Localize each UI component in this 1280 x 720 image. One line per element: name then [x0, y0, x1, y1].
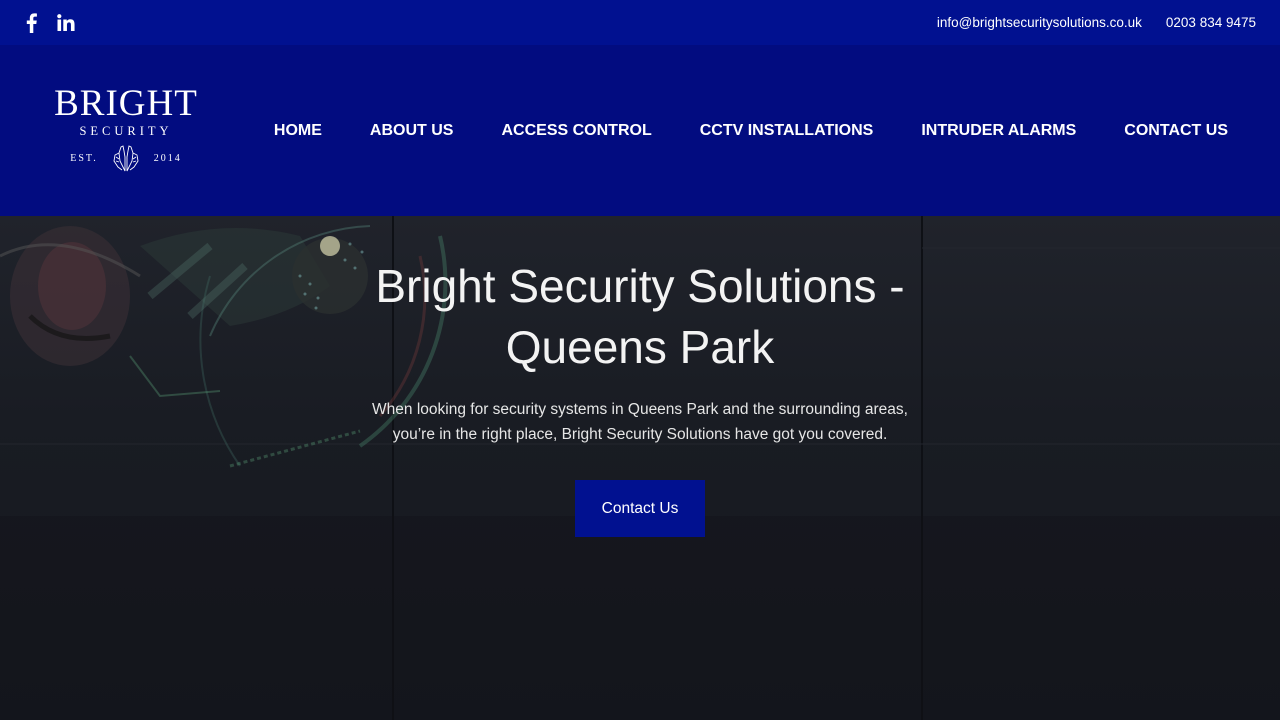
logo-wordmark: BRIGHT	[54, 83, 198, 124]
hero-section: Bright Security Solutions - Queens Park …	[0, 216, 1280, 720]
nav-item-contact-us[interactable]: CONTACT US	[1100, 122, 1252, 140]
contact-info: info@brightsecuritysolutions.co.uk 0203 …	[937, 15, 1256, 30]
nav-item-home[interactable]: HOME	[250, 122, 346, 140]
logo-est-year: 2014	[153, 152, 182, 164]
nav-item-about-us[interactable]: ABOUT US	[346, 122, 478, 140]
nav-item-access-control[interactable]: ACCESS CONTROL	[477, 122, 675, 140]
hero-content: Bright Security Solutions - Queens Park …	[0, 216, 1280, 720]
hero-title: Bright Security Solutions - Queens Park	[340, 256, 940, 378]
logo-subtitle: SECURITY	[79, 124, 173, 138]
hero-description-line2: you’re in the right place, Bright Securi…	[392, 426, 888, 443]
nav-item-intruder-alarms[interactable]: INTRUDER ALARMS	[897, 122, 1100, 140]
hero-title-line1: Bright Security Solutions -	[375, 260, 905, 312]
contact-us-button[interactable]: Contact Us	[575, 480, 705, 537]
top-bar: info@brightsecuritysolutions.co.uk 0203 …	[0, 0, 1280, 45]
main-nav: HOME ABOUT US ACCESS CONTROL CCTV INSTAL…	[250, 45, 1252, 216]
logo-established: EST. 2014	[36, 143, 216, 173]
logo-est-label: EST.	[70, 152, 98, 164]
facebook-icon[interactable]	[22, 12, 42, 33]
linkedin-icon[interactable]	[56, 13, 76, 33]
social-links	[22, 12, 76, 33]
phone-link[interactable]: 0203 834 9475	[1166, 15, 1256, 30]
email-link[interactable]: info@brightsecuritysolutions.co.uk	[937, 15, 1142, 30]
praying-hands-icon	[113, 145, 139, 172]
hero-description-line1: When looking for security systems in Que…	[372, 401, 908, 418]
nav-item-cctv-installations[interactable]: CCTV INSTALLATIONS	[676, 122, 898, 140]
hero-description: When looking for security systems in Que…	[340, 397, 940, 447]
site-header: BRIGHT SECURITY EST. 2014 HOME ABOUT US …	[0, 45, 1280, 216]
site-logo[interactable]: BRIGHT SECURITY EST. 2014	[36, 85, 216, 180]
hero-title-line2: Queens Park	[505, 321, 775, 373]
